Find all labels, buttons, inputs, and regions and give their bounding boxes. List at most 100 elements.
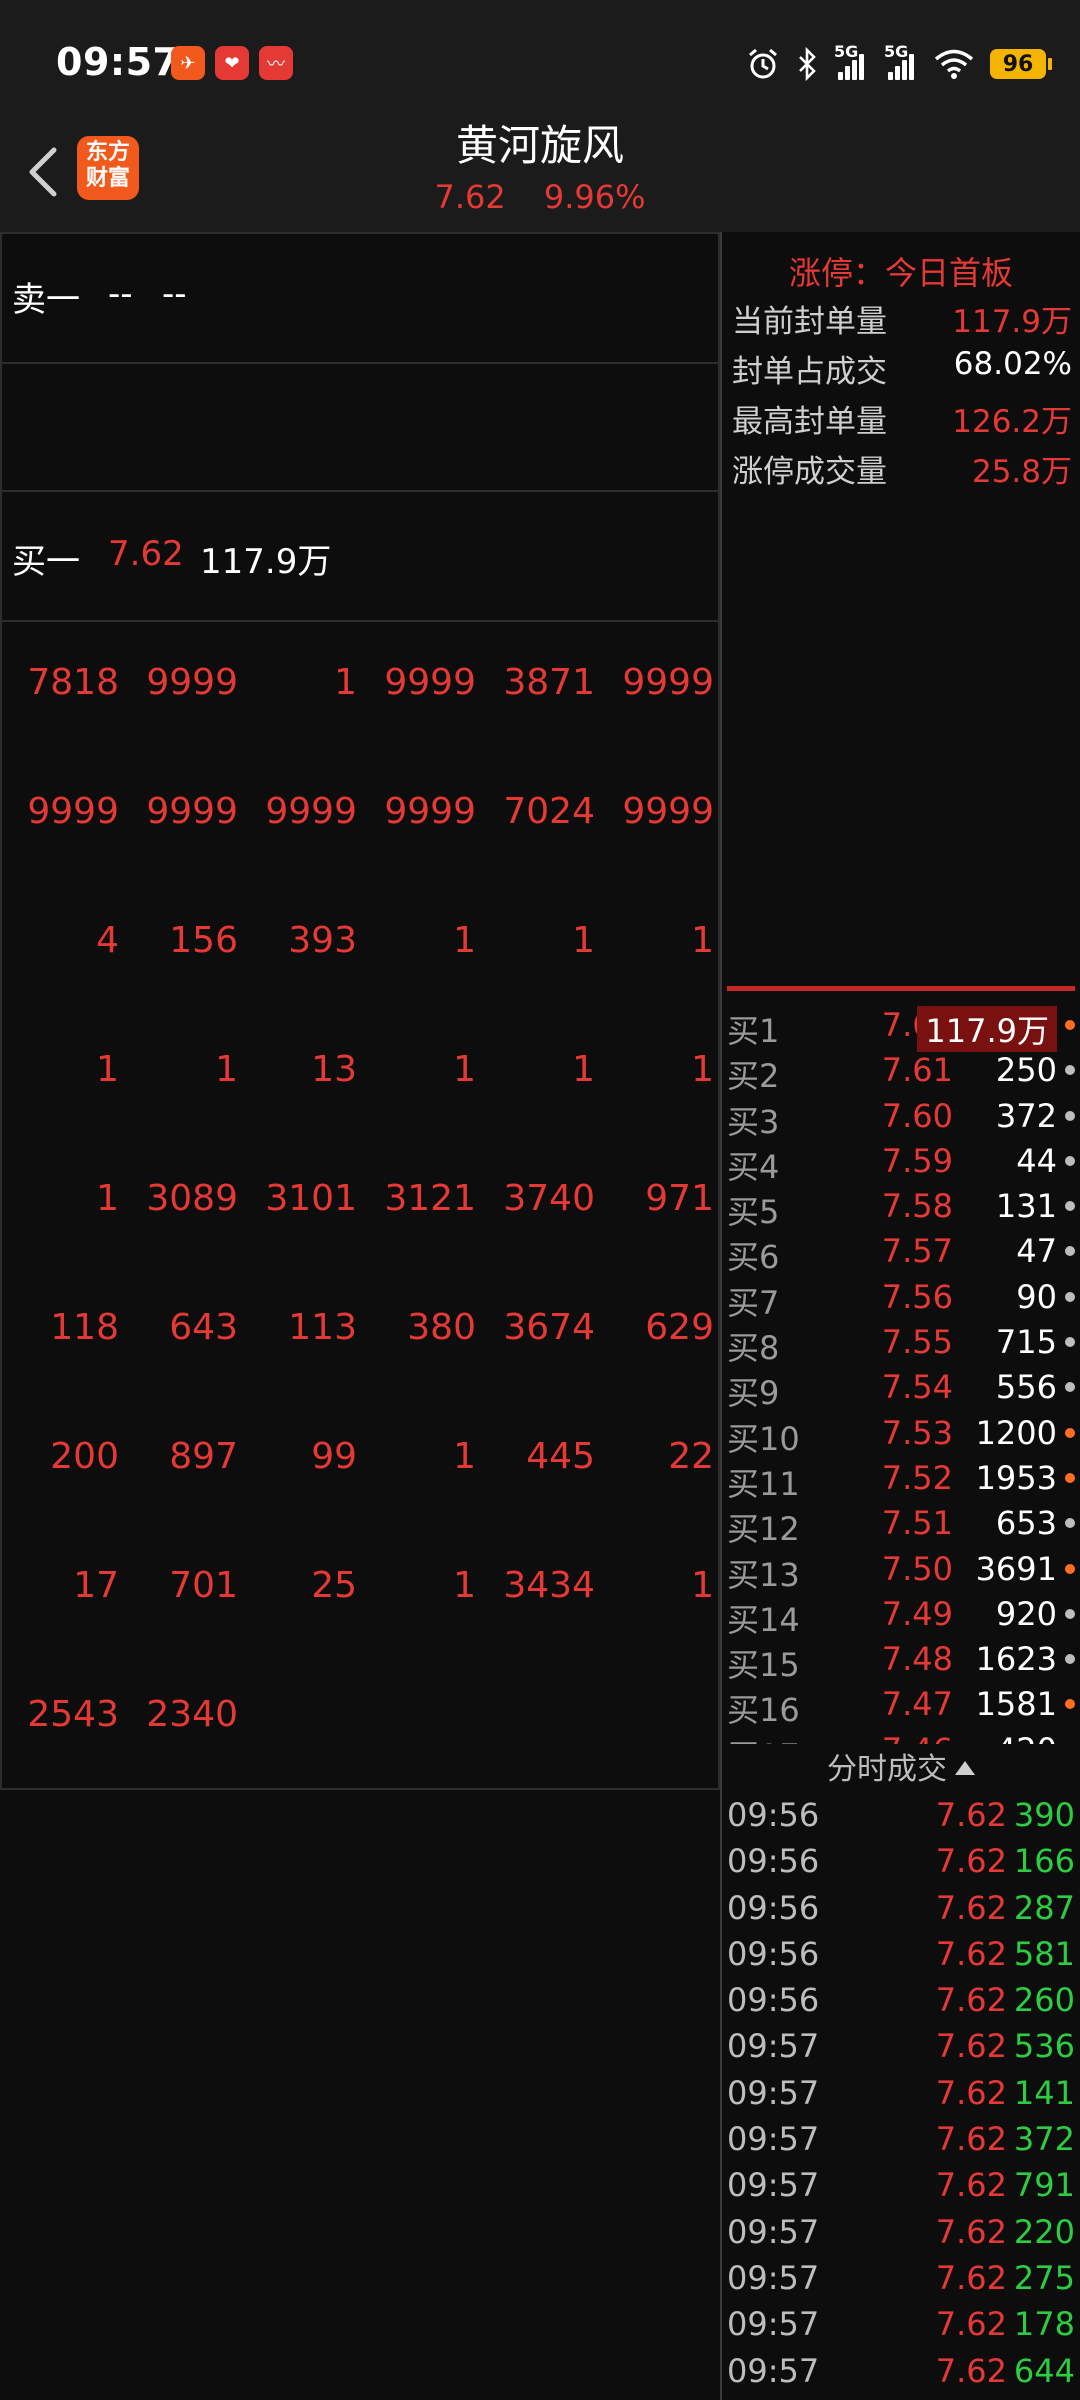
stat-label: 封单占成交 [732, 354, 887, 390]
order-queue-cell [238, 1652, 357, 1781]
trade-time: 09:57 [727, 2258, 820, 2297]
order-queue-cell: 1 [453, 1049, 476, 1090]
trade-volume: 141 [1013, 2073, 1075, 2112]
order-queue-cell: 1 [453, 1436, 476, 1477]
bid-row[interactable]: 买7 7.56 90 [727, 1278, 1075, 1323]
bid-row[interactable]: 买10 7.53 1200 [727, 1414, 1075, 1459]
bid-status-dot [1065, 1020, 1075, 1030]
trade-price: 7.62 [935, 2212, 1007, 2251]
trade-price: 7.62 [935, 1934, 1007, 1973]
bid-status-dot [1065, 1654, 1075, 1665]
order-queue-cell: 118 [50, 1307, 119, 1348]
bid-price: 7.46 [853, 1731, 953, 1744]
bid-row[interactable]: 买12 7.51 653 [727, 1504, 1075, 1549]
order-queue-cell: 3740 [503, 1178, 595, 1219]
order-queue-cell: 445 [526, 1436, 595, 1477]
trade-price: 7.62 [935, 1842, 1007, 1881]
trade-list[interactable]: 09:56 7.62 390 09:56 7.62 166 09:56 7.62 287 09:5… [727, 1796, 1075, 2398]
bid-volume: 3691 [975, 1549, 1057, 1588]
stat-value: 68.02% [953, 346, 1072, 382]
bid-row[interactable]: 买6 7.57 47 [727, 1232, 1075, 1277]
bid-row[interactable]: 买17 7.46 420 [727, 1731, 1075, 1744]
trade-volume: 275 [1013, 2258, 1075, 2297]
bid-volume: 715 [995, 1323, 1057, 1362]
bid-label: 买11 [727, 1464, 800, 1503]
bid-row[interactable]: 买14 7.49 920 [727, 1595, 1075, 1640]
order-queue-cell: 200 [50, 1436, 119, 1477]
bid-label: 买13 [727, 1555, 800, 1594]
bid-price: 7.48 [881, 1640, 953, 1679]
bid-label: 买8 [727, 1329, 780, 1368]
bid-volume: 556 [995, 1368, 1057, 1407]
trades-header[interactable]: 分时成交 [722, 1744, 1080, 1792]
order-queue-cell: 3089 [146, 1178, 238, 1219]
order-queue-cell: 9999 [384, 791, 476, 832]
trade-time: 09:57 [727, 2305, 820, 2344]
stat-row: 封单占成交 68.02% [732, 346, 1072, 396]
order-queue-cell: 4 [96, 920, 119, 961]
order-queue-row: 4 156 393 1 1 1 [0, 878, 720, 1007]
stock-price: 7.62 [434, 178, 506, 216]
trade-volume: 791 [1013, 2166, 1075, 2205]
limit-up-title: 涨停：今日首板 [788, 254, 1013, 292]
bid-label: 买2 [727, 1057, 780, 1096]
trade-time: 09:56 [727, 1842, 820, 1881]
bid-price: 7.51 [881, 1504, 953, 1543]
bid-volume: 1953 [975, 1458, 1057, 1497]
bid-row[interactable]: 买9 7.54 556 [727, 1368, 1075, 1413]
notification-app3-icon: 〰 [259, 46, 293, 80]
order-queue-grid: 7818 9999 1 9999 3871 9999 9999 9999 9999 9999 702… [0, 620, 720, 1781]
stock-change-pct: 9.96% [543, 178, 646, 216]
order-queue-row: 17 701 25 1 3434 1 [0, 1523, 720, 1652]
trade-row: 09:56 7.62 166 [727, 1842, 1075, 1888]
trade-price: 7.62 [935, 2258, 1007, 2297]
bid-row[interactable]: 买3 7.60 372 [727, 1097, 1075, 1142]
order-queue-row: 2543 2340 [0, 1652, 720, 1781]
sort-up-icon [955, 1761, 975, 1775]
stat-row: 最高封单量 126.2万 [732, 396, 1072, 446]
bid-volume: 920 [995, 1594, 1057, 1633]
bid-status-dot [1065, 1246, 1075, 1257]
bid-status-dot [1065, 1427, 1075, 1438]
trade-volume: 536 [1013, 2027, 1075, 2066]
bid-row[interactable]: 买17.62117.9万 [727, 1006, 1075, 1052]
bid-label: 买7 [727, 1283, 780, 1322]
trade-time: 09:56 [727, 1981, 820, 2020]
bid-row[interactable]: 买4 7.59 44 [727, 1142, 1075, 1187]
bid-row[interactable]: 买8 7.55 715 [727, 1323, 1075, 1368]
trade-row: 09:56 7.62 260 [727, 1981, 1075, 2027]
bid-volume: 1623 [975, 1640, 1057, 1679]
order-queue-cell: 113 [288, 1307, 357, 1348]
bid-status-dot [1065, 1699, 1075, 1710]
order-queue-cell: 3121 [384, 1178, 476, 1219]
trade-price: 7.62 [935, 1796, 1007, 1834]
bid-row[interactable]: 买13 7.50 3691 [727, 1550, 1075, 1595]
bid-row[interactable]: 买5 7.58 131 [727, 1187, 1075, 1232]
bid-status-dot [1065, 1155, 1075, 1166]
stat-label: 涨停成交量 [732, 454, 887, 490]
bid-row[interactable]: 买16 7.47 1581 [727, 1685, 1075, 1730]
bid-status-dot [1065, 1608, 1075, 1619]
order-queue-row: 9999 9999 9999 9999 7024 9999 [0, 749, 720, 878]
trade-row: 09:56 7.62 581 [727, 1935, 1075, 1981]
order-queue-cell: 156 [169, 920, 238, 961]
bid-row[interactable]: 买11 7.52 1953 [727, 1459, 1075, 1504]
order-queue-cell: 1 [572, 1049, 595, 1090]
bid-label: 买5 [727, 1193, 780, 1232]
trade-row: 09:57 7.62 372 [727, 2120, 1075, 2166]
bid-row[interactable]: 买2 7.61 250 [727, 1051, 1075, 1096]
bid-label: 买16 [727, 1691, 800, 1730]
limit-divider [727, 986, 1075, 991]
order-queue-cell: 629 [645, 1307, 714, 1348]
bid-volume: 1581 [975, 1685, 1057, 1724]
order-queue-cell: 13 [311, 1049, 357, 1090]
bid-volume: 372 [995, 1096, 1057, 1135]
order-queue-cell: 1 [96, 1178, 119, 1219]
battery-indicator: 96 [990, 49, 1052, 79]
order-queue-cell [476, 1652, 595, 1781]
bid-row[interactable]: 买15 7.48 1623 [727, 1640, 1075, 1685]
bid-status-dot [1065, 1201, 1075, 1212]
bid-list-viewport[interactable]: 买17.62117.9万买2 7.61 250 买3 7.60 372 买4 7.59 44 买5… [722, 996, 1080, 1744]
order-queue-cell: 3101 [265, 1178, 357, 1219]
order-queue-cell: 1 [96, 1049, 119, 1090]
